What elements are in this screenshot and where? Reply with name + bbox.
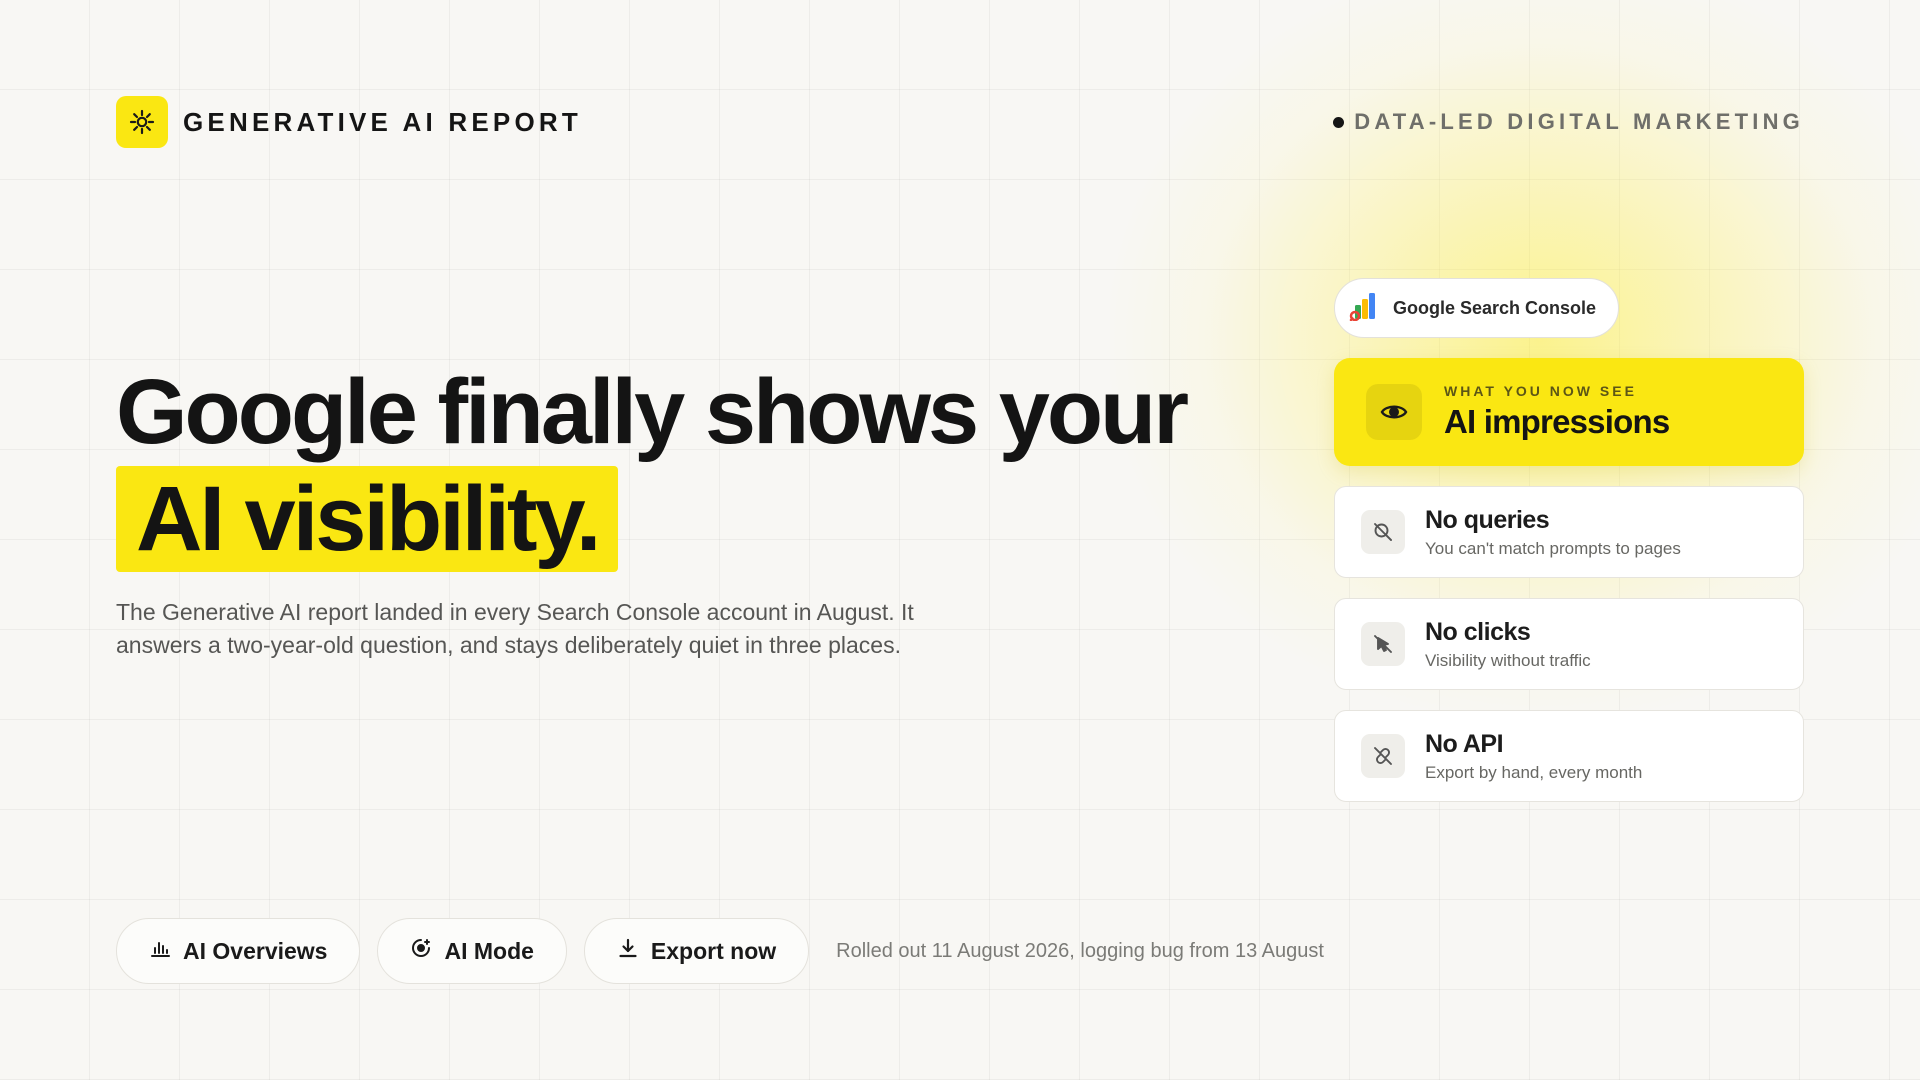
- tagline-dot: [1333, 116, 1345, 128]
- action-bar: AI Overviews AI Mode Export now Rolled o…: [116, 918, 1324, 984]
- export-now-label: Export now: [650, 937, 777, 964]
- limit-title: No API: [1425, 729, 1504, 758]
- limit-text: No API Export by hand, every month: [1425, 730, 1642, 783]
- now-see-card: WHAT YOU NOW SEE AI impressions: [1334, 358, 1804, 466]
- ai-mode-label: AI Mode: [444, 937, 534, 964]
- now-see-text: WHAT YOU NOW SEE AI impressions: [1444, 383, 1670, 441]
- limit-text: No clicks Visibility without traffic: [1425, 618, 1591, 671]
- sun-gear-icon: [116, 96, 168, 148]
- brand-name: GENERATIVE AI REPORT: [183, 106, 582, 137]
- search-console-logo-icon: [1349, 291, 1379, 326]
- tagline: DATA-LED DIGITAL MARKETING: [1333, 109, 1804, 135]
- hero-headline: Google finally shows your: [116, 361, 1189, 463]
- limit-text: No queries You can't match prompts to pa…: [1425, 506, 1681, 559]
- limit-card-api: No API Export by hand, every month: [1334, 710, 1804, 802]
- limit-title: No clicks: [1425, 617, 1531, 646]
- ai-mode-button[interactable]: AI Mode: [377, 918, 567, 984]
- sparkle-circle-icon: [410, 937, 432, 965]
- link-off-icon: [1361, 734, 1405, 778]
- download-icon: [617, 937, 639, 965]
- limit-subtitle: You can't match prompts to pages: [1425, 538, 1681, 558]
- ai-overviews-label: AI Overviews: [183, 937, 328, 964]
- limit-subtitle: Visibility without traffic: [1425, 650, 1591, 670]
- tagline-text: DATA-LED DIGITAL MARKETING: [1354, 109, 1804, 134]
- export-now-button[interactable]: Export now: [583, 918, 810, 984]
- now-see-eyebrow: WHAT YOU NOW SEE: [1444, 383, 1637, 399]
- hero-highlight: AI visibility.: [116, 466, 619, 572]
- now-see-title: AI impressions: [1444, 403, 1670, 440]
- search-console-chip[interactable]: Google Search Console: [1334, 278, 1620, 338]
- bar-chart-icon: [149, 937, 171, 965]
- limit-subtitle: Export by hand, every month: [1425, 762, 1643, 782]
- eye-icon: [1366, 384, 1422, 440]
- ai-overviews-button[interactable]: AI Overviews: [116, 918, 361, 984]
- hero: Google finally shows your AI visibility.…: [116, 360, 1216, 662]
- pointer-off-icon: [1361, 622, 1405, 666]
- rollout-note: Rolled out 11 August 2026, logging bug f…: [836, 939, 1324, 962]
- limit-card-queries: No queries You can't match prompts to pa…: [1334, 486, 1804, 578]
- limit-title: No queries: [1425, 505, 1550, 534]
- search-console-label: Google Search Console: [1393, 297, 1597, 318]
- report-summary-panel: Google Search Console WHAT YOU NOW SEE A…: [1334, 278, 1804, 802]
- brand[interactable]: GENERATIVE AI REPORT: [116, 96, 582, 148]
- search-off-icon: [1361, 510, 1405, 554]
- page-header: GENERATIVE AI REPORT DATA-LED DIGITAL MA…: [116, 96, 1804, 148]
- limit-card-clicks: No clicks Visibility without traffic: [1334, 598, 1804, 690]
- hero-intro: The Generative AI report landed in every…: [116, 599, 914, 658]
